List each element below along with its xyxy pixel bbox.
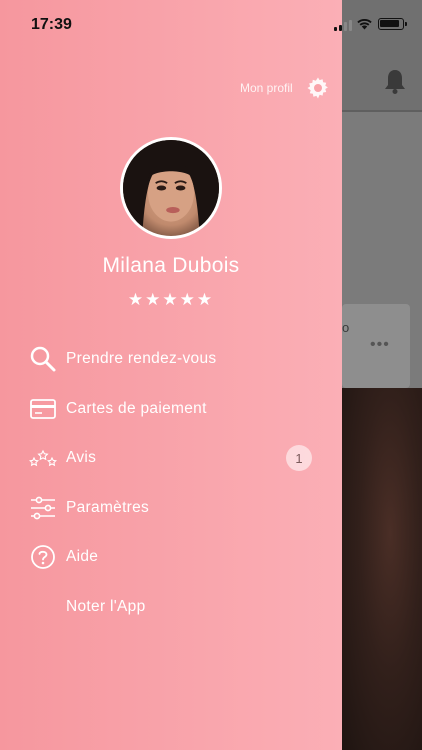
- avatar[interactable]: [120, 137, 222, 239]
- menu-item-payment-cards[interactable]: Cartes de paiement: [28, 391, 320, 427]
- cellular-signal-icon: [334, 19, 352, 31]
- menu-label-settings: Paramètres: [66, 499, 150, 516]
- menu-item-help[interactable]: Aide: [28, 539, 320, 575]
- sliders-icon: [28, 493, 58, 523]
- stars-icon: [28, 443, 58, 473]
- more-icon[interactable]: •••: [370, 336, 390, 354]
- battery-icon: [378, 18, 407, 30]
- menu-item-rate-app[interactable]: Noter l'App: [28, 589, 320, 625]
- menu-label-help: Aide: [66, 548, 99, 565]
- menu-label-book-appointment: Prendre rendez-vous: [66, 350, 217, 367]
- menu-label-rate-app: Noter l'App: [66, 598, 146, 615]
- menu-item-settings[interactable]: Paramètres: [28, 490, 320, 526]
- gear-icon[interactable]: [306, 76, 330, 100]
- status-time: 17:39: [31, 16, 72, 33]
- background-card-text: o: [342, 320, 350, 335]
- search-icon: [28, 344, 58, 374]
- menu-label-payment-cards: Cartes de paiement: [66, 400, 207, 417]
- reviews-count-badge: 1: [286, 445, 312, 471]
- avatar-photo: [123, 140, 219, 236]
- menu-label-reviews: Avis: [66, 449, 97, 466]
- rating-stars: ★★★★★: [127, 290, 215, 309]
- bell-icon[interactable]: [384, 68, 406, 94]
- my-profile-link[interactable]: Mon profil: [240, 81, 293, 95]
- profile-name: Milana Dubois: [102, 254, 240, 277]
- status-bar: 17:39: [0, 0, 422, 44]
- background-photo: [342, 388, 422, 750]
- wifi-icon: [357, 19, 372, 30]
- help-icon: [28, 542, 58, 572]
- menu-item-reviews[interactable]: Avis 1: [28, 440, 320, 476]
- credit-card-icon: [28, 394, 58, 424]
- menu-item-book-appointment[interactable]: Prendre rendez-vous: [28, 341, 320, 377]
- side-drawer: Mon profil Milana Dubois ★★★★★ Prendre r…: [0, 0, 342, 750]
